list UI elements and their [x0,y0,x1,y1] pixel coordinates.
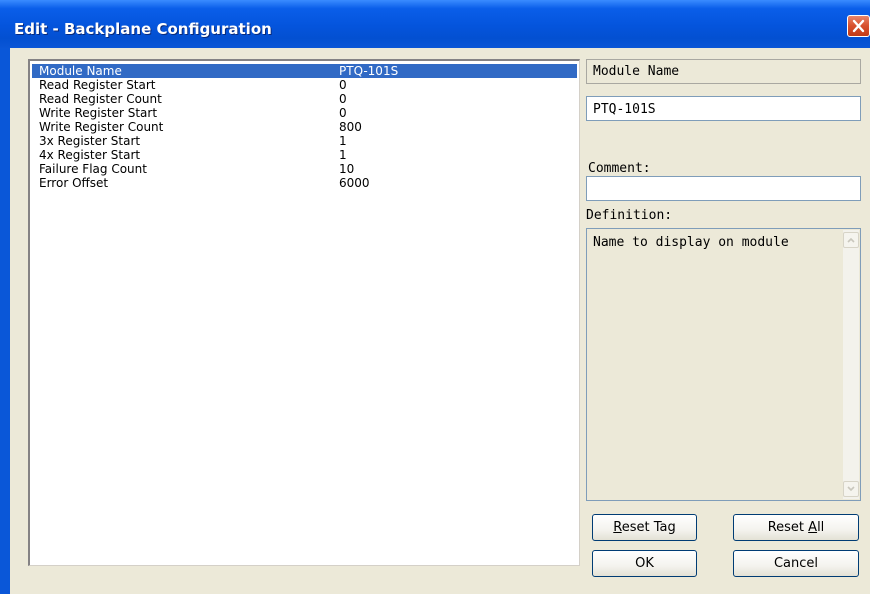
reset-all-button[interactable]: Reset All [733,514,859,541]
parameter-list[interactable]: Module Name PTQ-101S Read Register Start… [28,59,580,566]
param-name: 3x Register Start [39,134,141,148]
dialog-window: Edit - Backplane Configuration Module Na… [0,0,870,594]
param-name: 4x Register Start [39,148,141,162]
param-value: 6000 [339,176,370,190]
param-value: 10 [339,162,355,176]
list-item[interactable]: 3x Register Start 1 [32,134,577,148]
list-item[interactable]: Read Register Count 0 [32,92,577,106]
list-item[interactable]: Module Name PTQ-101S [32,64,577,78]
chevron-up-icon [847,237,855,243]
scroll-down-button[interactable] [843,481,859,497]
param-value: 0 [339,106,347,120]
chevron-down-icon [847,486,855,492]
param-name: Write Register Count [39,120,164,134]
close-icon [852,19,865,33]
param-value: 1 [339,134,347,148]
param-value: PTQ-101S [339,64,399,78]
list-item[interactable]: Failure Flag Count 10 [32,162,577,176]
close-button[interactable] [847,15,870,37]
param-name: Error Offset [39,176,109,190]
reset-all-label-post: ll [817,520,825,535]
definition-text: Name to display on module [593,235,789,250]
list-item[interactable]: Error Offset 6000 [32,176,577,190]
cancel-button[interactable]: Cancel [733,550,859,577]
param-name: Write Register Start [39,106,158,120]
reset-tag-hotkey: R [613,520,622,535]
reset-tag-button[interactable]: Reset Tag [592,514,697,541]
param-value: 1 [339,148,347,162]
scroll-up-button[interactable] [843,232,859,248]
dialog-client-area: Module Name PTQ-101S Read Register Start… [10,48,870,594]
comment-field[interactable] [586,176,861,201]
value-field[interactable]: PTQ-101S [586,96,861,121]
title-bar[interactable]: Edit - Backplane Configuration [0,0,870,48]
definition-textarea[interactable]: Name to display on module [586,228,861,501]
param-name: Read Register Count [39,92,162,106]
parameter-name-display: Module Name [586,59,861,84]
param-name: Read Register Start [39,78,156,92]
definition-label: Definition: [586,208,673,223]
param-value: 0 [339,92,347,106]
reset-all-label-pre: Reset [767,520,809,535]
comment-label: Comment: [588,161,651,176]
definition-scrollbar[interactable] [843,230,859,499]
ok-button[interactable]: OK [592,550,697,577]
window-title: Edit - Backplane Configuration [14,20,272,38]
value-field-text: PTQ-101S [593,102,656,117]
param-value: 0 [339,78,347,92]
param-name: Module Name [39,64,122,78]
list-item[interactable]: 4x Register Start 1 [32,148,577,162]
param-value: 800 [339,120,362,134]
parameter-name-text: Module Name [593,64,680,79]
reset-tag-label-post: eset Tag [621,520,676,535]
reset-all-hotkey: A [808,520,818,535]
list-item[interactable]: Write Register Count 800 [32,120,577,134]
list-item[interactable]: Write Register Start 0 [32,106,577,120]
param-name: Failure Flag Count [39,162,147,176]
list-item[interactable]: Read Register Start 0 [32,78,577,92]
